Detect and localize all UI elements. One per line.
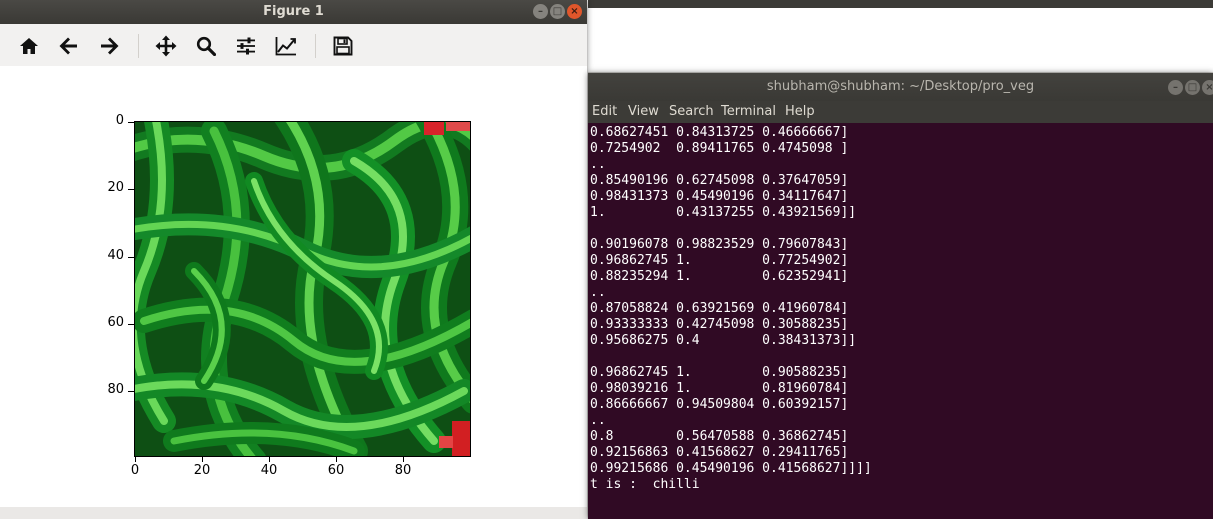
terminal-line: 0.96862745 1. 0.90588235] [590, 365, 849, 380]
background-window-titlebar [588, 0, 1213, 8]
save-floppy-icon [333, 36, 353, 56]
terminal-line: 0.88235294 1. 0.62352941] [590, 269, 849, 284]
terminal-window: shubham@shubham: ~/Desktop/pro_veg – □ ×… [588, 73, 1213, 519]
x-tick-label: 80 [394, 463, 412, 478]
configure-subplots-button[interactable] [234, 34, 258, 58]
terminal-line: 0.95686275 0.4 0.38431373]] [590, 333, 857, 348]
x-tick-label: 20 [193, 463, 211, 478]
menu-search[interactable]: Search [669, 104, 714, 119]
terminal-line: 1. 0.43137255 0.43921569]] [590, 205, 857, 220]
background-window-toolbar [588, 8, 1213, 73]
y-tick [128, 189, 134, 190]
x-tick [403, 457, 404, 462]
x-tick-label: 60 [327, 463, 345, 478]
y-tick [128, 324, 134, 325]
y-tick [128, 391, 134, 392]
terminal-line: 0.92156863 0.41568627 0.29411765] [590, 445, 849, 460]
terminal-line: .. [590, 285, 606, 300]
menu-terminal[interactable]: Terminal [721, 104, 776, 119]
minimize-button[interactable]: – [1168, 80, 1183, 95]
terminal-prediction-line: t is : chilli [590, 477, 700, 492]
home-icon [20, 38, 38, 54]
y-tick [128, 257, 134, 258]
figure-toolbar [0, 24, 587, 66]
home-button[interactable] [17, 34, 41, 58]
terminal-line: 0.85490196 0.62745098 0.37647059] [590, 173, 849, 188]
plot-axes-frame [134, 121, 471, 457]
menu-help[interactable]: Help [785, 104, 815, 119]
terminal-line: .. [590, 413, 606, 428]
y-tick-label: 0 [115, 113, 124, 128]
terminal-titlebar[interactable]: shubham@shubham: ~/Desktop/pro_veg – □ × [588, 73, 1213, 101]
edit-axis-button[interactable] [274, 34, 298, 58]
maximize-button[interactable]: □ [550, 4, 565, 19]
terminal-line: 0.68627451 0.84313725 0.46666667] [590, 125, 849, 140]
figure-titlebar[interactable]: Figure 1 – □ × [0, 0, 587, 24]
terminal-line: 0.98431373 0.45490196 0.34117647] [590, 189, 849, 204]
terminal-line: 0.90196078 0.98823529 0.79607843] [590, 237, 849, 252]
toolbar-separator [138, 34, 139, 58]
toolbar-separator [315, 34, 316, 58]
minimize-button[interactable]: – [533, 4, 548, 19]
figure-statusbar [0, 507, 587, 519]
back-arrow-icon [59, 37, 77, 55]
terminal-line: 0.87058824 0.63921569 0.41960784] [590, 301, 849, 316]
terminal-line: .. [590, 157, 606, 172]
terminal-line: 0.99215686 0.45490196 0.41568627]]]] [590, 461, 872, 476]
back-button[interactable] [57, 34, 81, 58]
y-tick-label: 20 [107, 180, 124, 195]
y-tick [128, 122, 134, 123]
terminal-line: 0.93333333 0.42745098 0.30588235] [590, 317, 849, 332]
x-tick-label: 0 [130, 463, 140, 478]
close-button[interactable]: × [567, 4, 582, 19]
figure-window: Figure 1 – □ × 0 20 40 60 80 0 20 40 60 … [0, 0, 587, 519]
x-tick [269, 457, 270, 462]
forward-arrow-icon [101, 37, 119, 55]
menu-edit[interactable]: Edit [592, 104, 617, 119]
terminal-menubar: Edit View Search Terminal Help [588, 101, 1213, 123]
figure-title: Figure 1 [263, 4, 324, 19]
edit-axis-icon [275, 37, 296, 56]
zoom-magnifier-icon [196, 36, 216, 56]
save-button[interactable] [331, 34, 355, 58]
zoom-button[interactable] [194, 34, 218, 58]
terminal-line: 0.98039216 1. 0.81960784] [590, 381, 849, 396]
terminal-title: shubham@shubham: ~/Desktop/pro_veg [766, 79, 1035, 94]
pan-move-icon [155, 35, 177, 57]
close-button[interactable]: × [1202, 80, 1213, 95]
x-tick-label: 40 [260, 463, 278, 478]
y-tick-label: 40 [107, 248, 124, 263]
terminal-line: 0.96862745 1. 0.77254902] [590, 253, 849, 268]
x-tick [336, 457, 337, 462]
y-tick-label: 60 [107, 315, 124, 330]
terminal-line: 0.86666667 0.94509804 0.60392157] [590, 397, 849, 412]
terminal-line: 0.8 0.56470588 0.36862745] [590, 429, 849, 444]
x-tick [202, 457, 203, 462]
pan-button[interactable] [154, 34, 178, 58]
x-tick [135, 457, 136, 462]
terminal-line: 0.7254902 0.89411765 0.4745098 ] [590, 141, 849, 156]
maximize-button[interactable]: □ [1185, 80, 1200, 95]
configure-subplots-icon [237, 37, 255, 55]
y-tick-label: 80 [107, 382, 124, 397]
menu-view[interactable]: View [628, 104, 659, 119]
forward-button[interactable] [97, 34, 121, 58]
terminal-output[interactable]: 0.68627451 0.84313725 0.46666667] 0.7254… [588, 123, 1213, 519]
